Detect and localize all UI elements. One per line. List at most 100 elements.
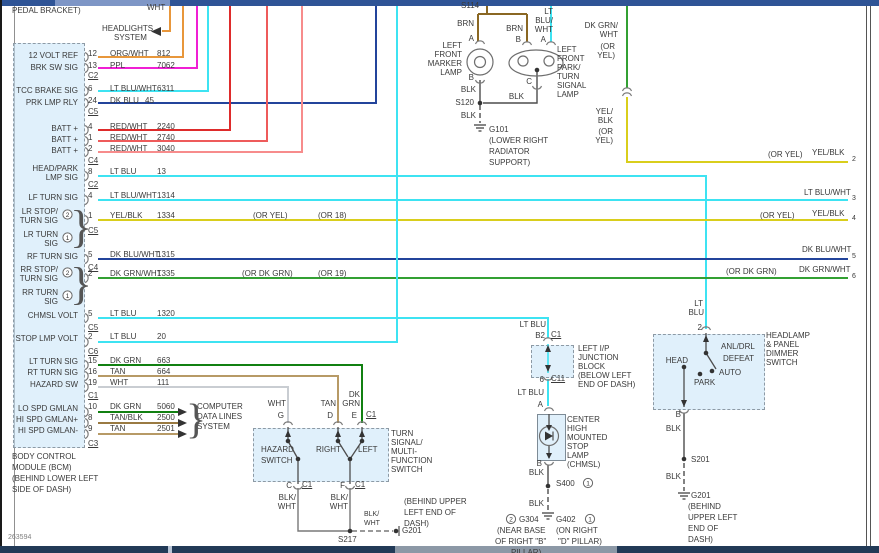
label-rr-turn: RR TURN <box>22 288 58 297</box>
label-or-18: (OR 18) <box>318 211 346 220</box>
label-1: 1 <box>88 133 92 142</box>
label-pedal-bracket: PEDAL BRACKET) <box>12 6 81 15</box>
label-1314: 1314 <box>157 191 175 200</box>
label-blk: BLK <box>461 111 476 120</box>
label-stop: STOP <box>567 442 589 451</box>
label-turn-sig: TURN SIG <box>20 216 58 225</box>
label-panel: & PANEL <box>766 340 799 349</box>
label-g304: G304 <box>519 515 539 524</box>
label-lt-blu: LT BLU <box>110 167 136 176</box>
label-dk: DK <box>349 390 360 399</box>
label-front: FRONT <box>434 50 462 59</box>
label-lamp: LAMP <box>567 451 589 460</box>
label-wht: WHT <box>600 30 618 39</box>
label-lamp: LAMP <box>557 90 579 99</box>
label-hazard-sw: HAZARD SW <box>30 380 78 389</box>
label-f: F <box>340 481 345 490</box>
connector-pin-21 <box>523 42 532 45</box>
label-hi-spd-gmlan: HI SPD GMLAN+ <box>16 415 78 424</box>
label-16: 16 <box>88 367 97 376</box>
label-d-pillar: "D" PILLAR) <box>558 537 602 546</box>
label-park: PARK <box>694 378 715 387</box>
label-of-right-b: OF RIGHT "B" <box>495 537 546 546</box>
label-left-end-of: LEFT END OF <box>404 508 456 517</box>
label-lr-stop: LR STOP/ <box>22 207 58 216</box>
label-g101: G101 <box>489 125 509 134</box>
label-tan: TAN <box>321 399 336 408</box>
brace-data-lines: } <box>186 399 206 441</box>
label-rr-stop: RR STOP/ <box>20 265 58 274</box>
ts-d-arrow <box>335 430 341 437</box>
ts-f-contact <box>348 457 353 462</box>
label-batt: BATT + <box>51 146 78 155</box>
hd-auto-contact <box>710 369 715 374</box>
label-blk: BLK <box>666 472 681 481</box>
label-s201: S201 <box>691 455 710 464</box>
label-dk-grn-wht: DK GRN/WHT <box>799 265 851 274</box>
label-b: B <box>516 35 521 44</box>
label-lt-blu-wht: LT BLU/WHT <box>804 188 851 197</box>
label-663: 663 <box>157 356 170 365</box>
label-park: PARK/ <box>557 63 580 72</box>
label-c1: C1 <box>302 480 312 489</box>
label-lr-turn: LR TURN <box>23 230 58 239</box>
label-c3: C3 <box>88 439 98 448</box>
ts-e-arrow <box>359 430 365 437</box>
label-wht: WHT <box>330 502 348 511</box>
label-dk-grn: DK GRN <box>110 356 141 365</box>
label-signal: SIGNAL <box>557 81 586 90</box>
label-2: 2 <box>698 323 702 332</box>
label-wht: WHT <box>364 519 380 528</box>
label-6: 6 <box>540 375 544 384</box>
label-switch: SWITCH <box>766 358 798 367</box>
ts-e-contact <box>360 439 365 444</box>
label-yel-blk: YEL/BLK <box>812 148 844 157</box>
label-g402: G402 <box>556 515 576 524</box>
label-13: 13 <box>88 61 97 70</box>
label-tan: TAN <box>110 424 125 433</box>
label-brn: BRN <box>506 24 523 33</box>
label-dk-blu: DK BLU <box>110 96 139 105</box>
label-end-of-dash: END OF DASH) <box>578 380 635 389</box>
label-auto: AUTO <box>719 368 741 377</box>
label-wht: WHT <box>110 378 128 387</box>
label-b: B <box>676 410 681 419</box>
label-12: 12 <box>88 49 97 58</box>
label-9: 9 <box>88 424 92 433</box>
label-brn: BRN <box>457 19 474 28</box>
label-head-park: HEAD/PARK <box>32 164 78 173</box>
ts-g-contact <box>286 439 291 444</box>
label-664: 664 <box>157 367 170 376</box>
label-red-wht: RED/WHT <box>110 144 147 153</box>
label-red-wht: RED/WHT <box>110 133 147 142</box>
label-2: 2 <box>852 155 856 164</box>
diagram-canvas: 2121121PEDAL BRACKET)WHTHEADLIGHTSSYSTEM… <box>0 0 879 553</box>
label-head: HEAD <box>666 356 688 365</box>
label-c11: C11 <box>551 374 565 383</box>
label-s217: S217 <box>338 535 357 544</box>
label-batt: BATT + <box>51 124 78 133</box>
label-dk-grn-wht: DK GRN/WHT <box>110 269 162 278</box>
label-hazard: HAZARD <box>261 445 294 454</box>
label-multi: MULTI- <box>391 447 417 456</box>
label-wht: WHT <box>535 25 553 34</box>
connector-pin-36 <box>623 88 632 91</box>
label-10: 10 <box>88 402 97 411</box>
label-blu: BLU/ <box>535 16 553 25</box>
label-switch: SWITCH <box>261 456 293 465</box>
label-3: 3 <box>852 194 856 203</box>
junction-arrow-up <box>545 345 551 352</box>
label-dk-blu-wht: DK BLU/WHT <box>110 250 159 259</box>
label-or: (OR <box>598 127 613 136</box>
chmsl-arrow-bottom <box>546 453 552 459</box>
brace-lr-stop-turn: } <box>70 204 92 250</box>
label-1320: 1320 <box>157 309 175 318</box>
label-front: FRONT <box>557 54 585 63</box>
label-turn: TURN <box>391 429 413 438</box>
label-c5: C5 <box>88 323 98 332</box>
label-wht: WHT <box>278 502 296 511</box>
label-c2: C2 <box>88 71 98 80</box>
label-left-i-p: LEFT I/P <box>578 344 609 353</box>
label-dk-grn: DK GRN/ <box>585 21 618 30</box>
label-block: BLOCK <box>578 362 605 371</box>
